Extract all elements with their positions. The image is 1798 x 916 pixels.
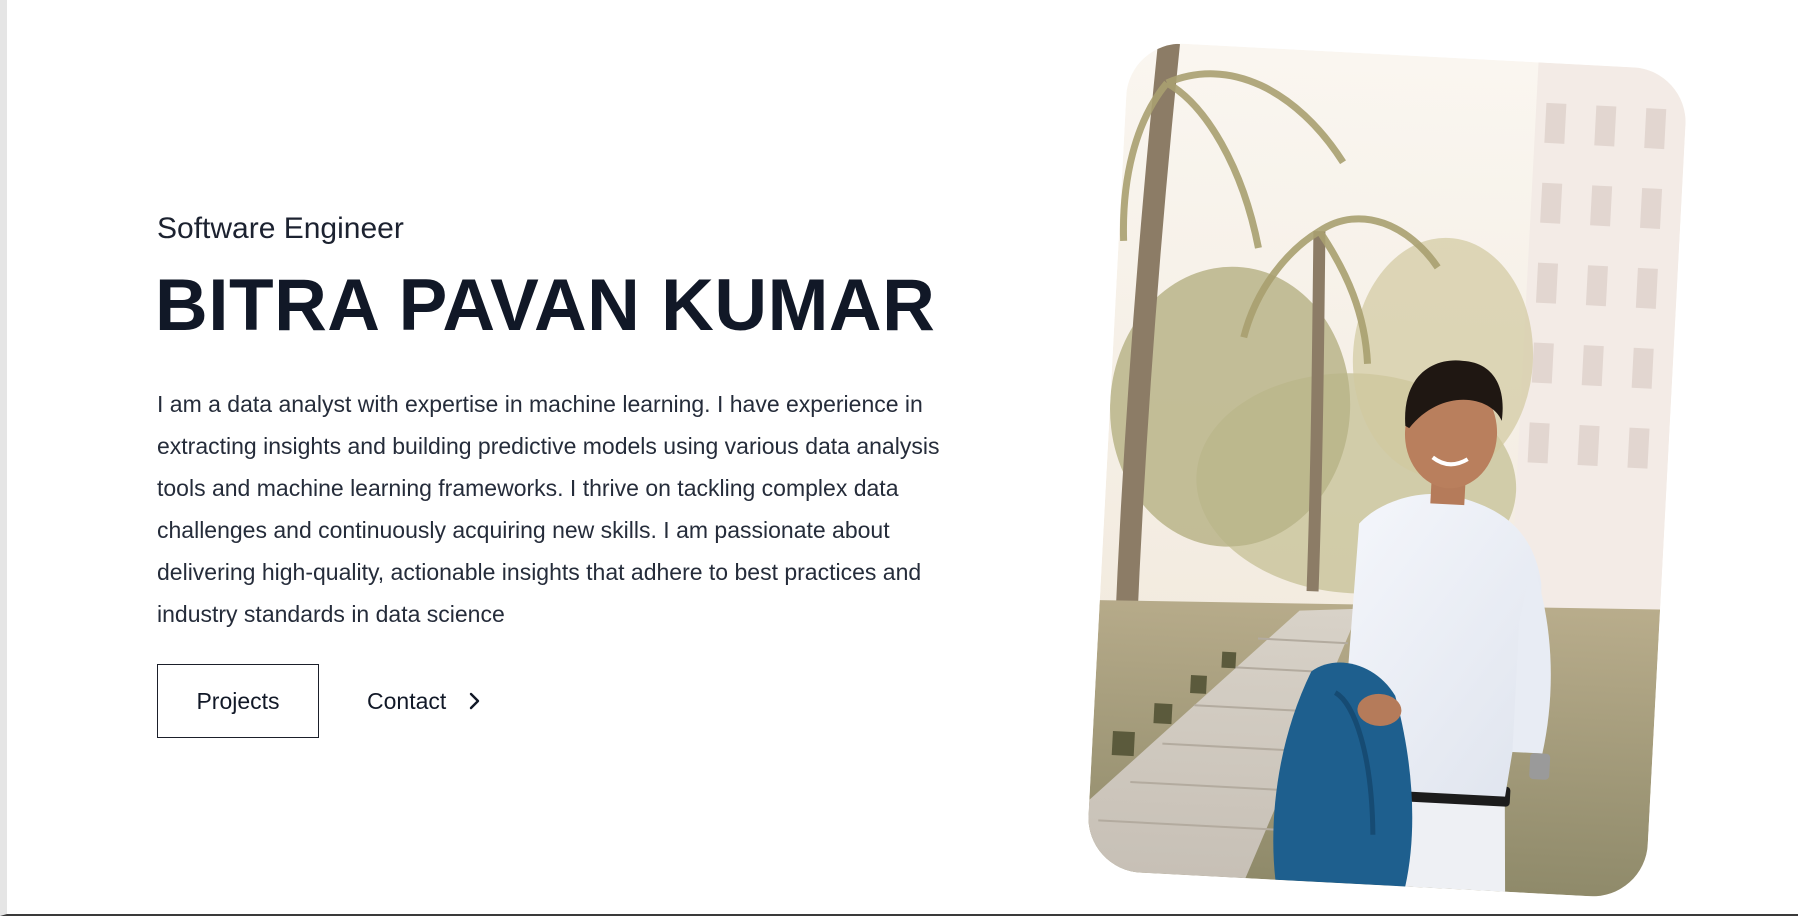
chevron-right-icon	[464, 691, 484, 711]
contact-link[interactable]: Contact	[367, 664, 484, 738]
hero-subtitle: Software Engineer	[157, 212, 404, 245]
hero-actions: Projects Contact	[157, 664, 484, 738]
profile-photo	[1085, 40, 1689, 900]
projects-button-label: Projects	[196, 687, 280, 714]
hero-bio: I am a data analyst with expertise in ma…	[157, 391, 940, 627]
portfolio-hero-page: Software Engineer BITRA PAVAN KUMAR I am…	[0, 0, 1798, 916]
contact-link-label: Contact	[367, 687, 447, 714]
hero-name: BITRA PAVAN KUMAR	[155, 265, 936, 346]
profile-photo-illustration	[1085, 40, 1689, 900]
hero-text-block: Software Engineer BITRA PAVAN KUMAR I am…	[155, 205, 987, 635]
projects-button[interactable]: Projects	[157, 664, 319, 738]
